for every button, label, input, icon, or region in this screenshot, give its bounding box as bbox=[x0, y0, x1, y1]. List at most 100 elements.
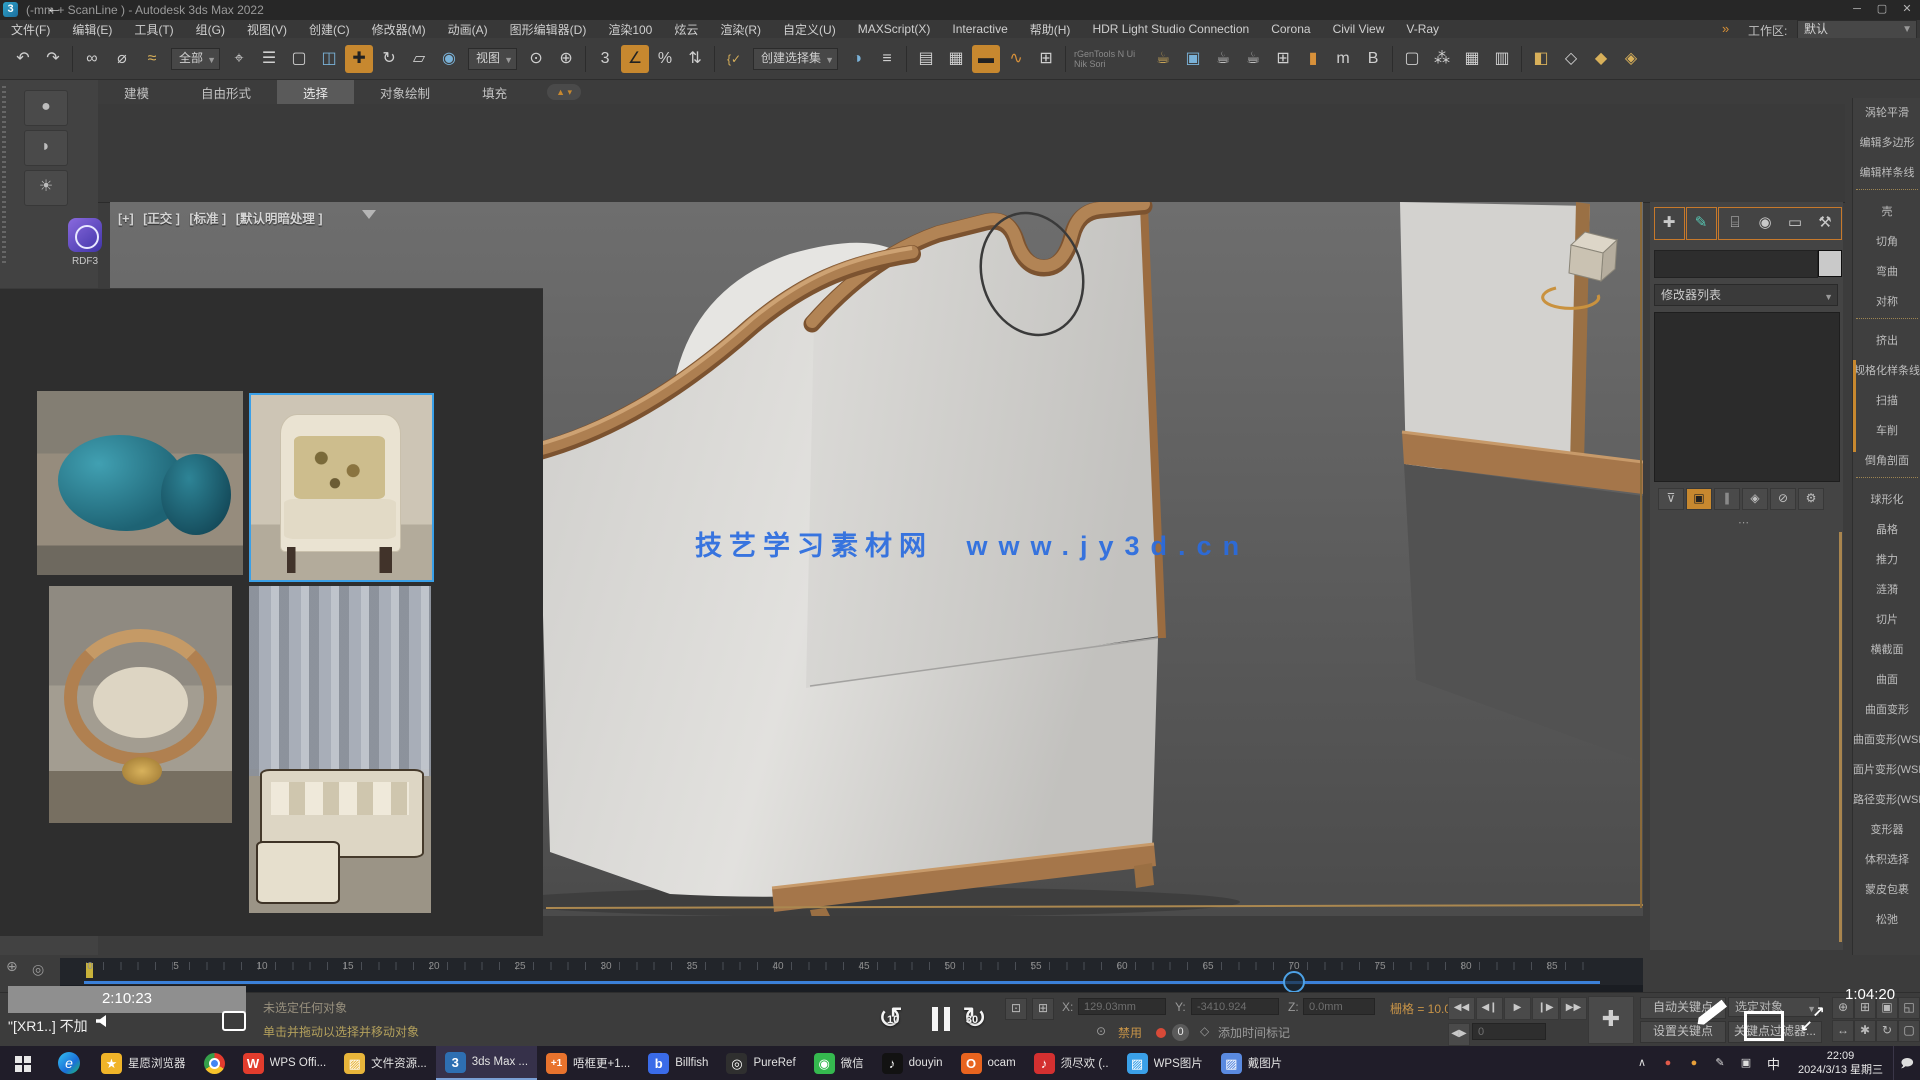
redo-button[interactable] bbox=[39, 45, 67, 73]
menu-item[interactable]: 帮助(H) bbox=[1019, 21, 1082, 38]
menu-item[interactable]: V-Ray bbox=[1395, 22, 1450, 36]
toggle-ribbon-icon[interactable] bbox=[972, 45, 1000, 73]
curve-editor-icon[interactable] bbox=[1002, 45, 1030, 73]
select-and-link-icon[interactable] bbox=[78, 45, 106, 73]
per-view-preference-funnel-icon[interactable] bbox=[362, 210, 376, 219]
ime-indicator[interactable]: 中 bbox=[1767, 1054, 1780, 1073]
hierarchy-tab-icon[interactable] bbox=[1722, 210, 1748, 236]
viewport-menu-shading[interactable]: [默认明暗处理 ] bbox=[236, 212, 323, 226]
unlink-selection-icon[interactable] bbox=[108, 45, 136, 73]
tray-display-icon[interactable] bbox=[1737, 1054, 1755, 1072]
window-crossing-toggle-icon[interactable] bbox=[315, 45, 343, 73]
tray-orange-app-icon[interactable] bbox=[1685, 1054, 1703, 1072]
menu-item[interactable]: 图形编辑器(D) bbox=[499, 21, 598, 38]
menu-overflow-chevrons[interactable]: » bbox=[1722, 21, 1727, 36]
ref-image-curved-wood-bench[interactable] bbox=[49, 586, 232, 823]
undo-button[interactable] bbox=[9, 45, 37, 73]
taskbar-item[interactable]: ◉微信 bbox=[805, 1046, 873, 1080]
previous-frame-button[interactable] bbox=[1476, 997, 1503, 1020]
orbit-center-icon[interactable] bbox=[32, 961, 44, 978]
select-and-rotate-icon[interactable] bbox=[375, 45, 403, 73]
close-button[interactable]: ✕ bbox=[1895, 1, 1919, 18]
next-frame-button[interactable] bbox=[1532, 997, 1559, 1020]
taskbar-item[interactable]: ▨WPS图片 bbox=[1118, 1046, 1212, 1080]
modifier-button[interactable]: 扫描 bbox=[1853, 386, 1920, 416]
modifier-button[interactable]: 切片 bbox=[1853, 605, 1920, 635]
edge-browser-icon[interactable]: e bbox=[58, 1052, 80, 1074]
menu-item[interactable]: Civil View bbox=[1322, 22, 1396, 36]
sphere-tool-icon[interactable] bbox=[24, 90, 68, 126]
cylinder-tool-icon[interactable] bbox=[24, 130, 68, 166]
rendered-frame-window-icon[interactable] bbox=[1209, 45, 1237, 73]
select-by-name-icon[interactable] bbox=[255, 45, 283, 73]
modifier-button[interactable]: 涟漪 bbox=[1853, 575, 1920, 605]
menu-item[interactable]: 自定义(U) bbox=[772, 21, 847, 38]
material-editor-icon[interactable] bbox=[1149, 45, 1177, 73]
field-of-view-icon[interactable] bbox=[1832, 1020, 1854, 1042]
menu-item[interactable]: HDR Light Studio Connection bbox=[1081, 22, 1260, 36]
angle-snap-toggle-icon[interactable] bbox=[621, 45, 649, 73]
modifier-button[interactable]: 蒙皮包裹 bbox=[1853, 875, 1920, 905]
key-mode-toggle-icon[interactable] bbox=[1448, 1023, 1470, 1046]
rollout-grip-icon[interactable]: ⋯ bbox=[1738, 516, 1751, 529]
modifier-button[interactable]: 曲面变形 bbox=[1853, 695, 1920, 725]
menu-item[interactable]: Interactive bbox=[941, 22, 1018, 36]
minimize-ribbon-button[interactable]: ▲ ▾ bbox=[547, 84, 581, 100]
grid-tool-icon[interactable] bbox=[1458, 45, 1486, 73]
lock-stack-icon[interactable] bbox=[1686, 488, 1712, 510]
set-keys-button[interactable] bbox=[1588, 996, 1634, 1044]
ribbon-tab[interactable]: 自由形式 bbox=[175, 80, 277, 105]
object-color-swatch[interactable] bbox=[1818, 250, 1842, 277]
menu-item[interactable]: 工具(T) bbox=[123, 21, 184, 38]
menu-item[interactable]: 渲染(R) bbox=[709, 21, 772, 38]
modifier-button[interactable]: 面片变形(WSM) bbox=[1853, 755, 1920, 785]
align-icon[interactable] bbox=[873, 45, 901, 73]
light-tool-icon[interactable] bbox=[24, 170, 68, 206]
workspace-dropdown[interactable]: 默认▼ bbox=[1797, 20, 1917, 39]
render-in-cloud-icon[interactable] bbox=[1269, 45, 1297, 73]
render-setup-icon[interactable] bbox=[1179, 45, 1207, 73]
disable-label[interactable]: 禁用 bbox=[1118, 1024, 1142, 1041]
taskbar-item[interactable]: ▨戴图片 bbox=[1212, 1046, 1292, 1080]
select-and-move-icon[interactable] bbox=[345, 45, 373, 73]
tray-red-app-icon[interactable] bbox=[1659, 1054, 1677, 1072]
use-pivot-center-icon[interactable] bbox=[522, 45, 550, 73]
modifier-button[interactable]: 涡轮平滑 bbox=[1853, 98, 1920, 128]
rectangular-selection-region-icon[interactable] bbox=[285, 45, 313, 73]
pin-stack-icon[interactable] bbox=[1658, 488, 1684, 510]
pan-view-icon[interactable] bbox=[1854, 1020, 1876, 1042]
taskbar-item[interactable]: Oocam bbox=[952, 1046, 1025, 1080]
menu-item[interactable]: 炫云 bbox=[663, 21, 709, 38]
select-and-place-icon[interactable] bbox=[435, 45, 463, 73]
play-animation-button[interactable] bbox=[1504, 997, 1531, 1020]
viewport-canvas-icon[interactable] bbox=[1488, 45, 1516, 73]
screen-capture-monitor-icon[interactable] bbox=[1744, 1011, 1784, 1041]
modifier-button[interactable]: 挤出 bbox=[1853, 326, 1920, 356]
maximize-button[interactable]: ▢ bbox=[1870, 1, 1894, 18]
menu-item[interactable]: 修改器(M) bbox=[361, 21, 437, 38]
ribbon-tab[interactable]: 建模 bbox=[98, 80, 175, 105]
taskbar-item[interactable]: ★星愿浏览器 bbox=[92, 1046, 195, 1080]
add-time-tag[interactable]: 添加时间标记 bbox=[1218, 1024, 1290, 1041]
modifier-button[interactable]: 壳 bbox=[1853, 197, 1920, 227]
viewport-menu-pov[interactable]: [正交 ] bbox=[143, 212, 180, 226]
mirror-icon[interactable] bbox=[843, 45, 871, 73]
select-and-manipulate-icon[interactable] bbox=[552, 45, 580, 73]
viewport-menu-standard[interactable]: [标准 ] bbox=[189, 212, 226, 226]
mute-icon[interactable] bbox=[1096, 1024, 1106, 1038]
modifier-button[interactable]: 车削 bbox=[1853, 416, 1920, 446]
taskbar-item[interactable]: 33ds Max ... bbox=[436, 1046, 537, 1080]
rdf3-shortcut[interactable]: RDF3 bbox=[64, 218, 106, 276]
modifier-button[interactable]: 路径变形(WSM) bbox=[1853, 785, 1920, 815]
modifier-button[interactable]: 倒角剖面 bbox=[1853, 446, 1920, 476]
plugin-cube-d-icon[interactable] bbox=[1617, 45, 1645, 73]
snap-target-icon[interactable] bbox=[6, 958, 18, 975]
percent-snap-toggle-icon[interactable] bbox=[651, 45, 679, 73]
bind-to-space-warp-icon[interactable] bbox=[138, 45, 166, 73]
taskbar-item[interactable]: ▨文件资源... bbox=[335, 1046, 436, 1080]
plugin-cube-b-icon[interactable] bbox=[1557, 45, 1585, 73]
selection-filter-dropdown[interactable]: 全部▼ bbox=[171, 48, 220, 70]
viewport-label[interactable]: [+] [正交 ] [标准 ] [默认明暗处理 ] bbox=[118, 208, 329, 227]
minimize-button[interactable]: ─ bbox=[1845, 1, 1869, 18]
modifier-button[interactable]: 松弛 bbox=[1853, 905, 1920, 935]
